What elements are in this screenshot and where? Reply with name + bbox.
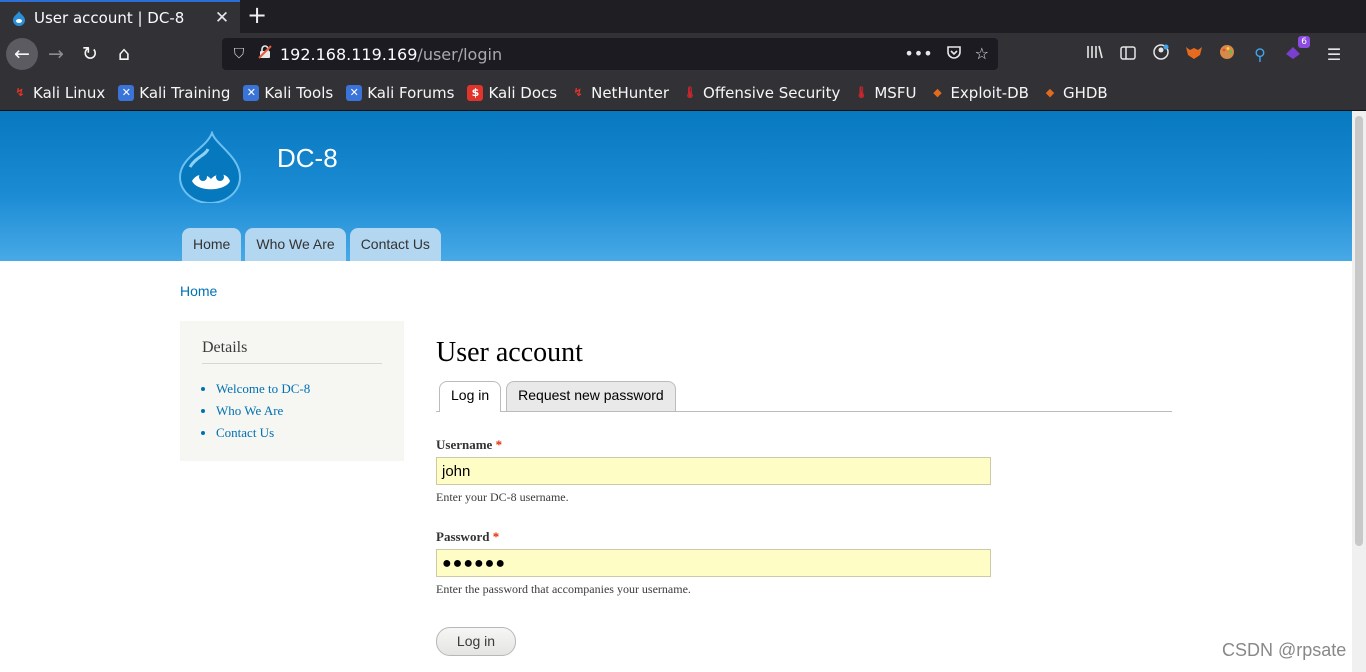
sidebar-links: Welcome to DC-8 Who We Are Contact Us (202, 378, 382, 444)
password-description: Enter the password that accompanies your… (436, 582, 691, 596)
bookmark-nethunter[interactable]: ↯ NetHunter (570, 84, 670, 102)
bookmark-kali-training[interactable]: ✕ Kali Training (118, 84, 230, 102)
page-actions-icon[interactable]: ••• (904, 44, 932, 64)
watermark-text: CSDN @rpsate (1222, 640, 1347, 660)
msfu-icon: 🌡 (854, 85, 869, 99)
bookmark-msfu[interactable]: 🌡 MSFU (853, 84, 916, 102)
palette-extension-icon[interactable] (1216, 44, 1238, 64)
browser-toolbar: ← → ↻ ⌂ ⛉ 192.168.119.169/user/login •••… (0, 33, 1366, 75)
main-navigation: Home Who We Are Contact Us (182, 228, 441, 261)
nav-item-who-we-are[interactable]: Who We Are (245, 228, 346, 261)
username-description: Enter your DC-8 username. (436, 490, 569, 504)
reload-button[interactable]: ↻ (74, 38, 106, 70)
site-header: DC-8 Home Who We Are Contact Us (0, 111, 1352, 261)
tab-log-in[interactable]: Log in (439, 381, 502, 412)
shield-icon[interactable]: ⛉ (230, 46, 248, 62)
main-content: User account Log in Request new password… (436, 337, 1172, 656)
username-label: Username * (436, 437, 503, 452)
drupal-favicon-icon (13, 10, 25, 26)
sidebar-title: Details (202, 339, 382, 364)
back-button[interactable]: ← (6, 38, 38, 70)
sidebar-details-block: Details Welcome to DC-8 Who We Are Conta… (180, 321, 404, 461)
sidebar-link-contact-us[interactable]: Contact Us (216, 422, 382, 444)
reload-icon: ↻ (82, 43, 98, 65)
password-field-group: Password * ●●●●●● Enter the password tha… (436, 529, 1172, 597)
page-title: User account (436, 337, 583, 368)
arrow-left-icon: ← (14, 43, 30, 65)
close-tab-icon[interactable]: ✕ (210, 8, 234, 28)
nav-item-home[interactable]: Home (182, 228, 242, 261)
kali-training-icon: ✕ (118, 84, 135, 101)
sidebar-link-welcome[interactable]: Welcome to DC-8 (216, 378, 382, 400)
bookmark-exploit-db[interactable]: ◆ Exploit-DB (929, 84, 1029, 102)
extension-badge-icon[interactable]: 6 (1282, 36, 1310, 64)
nethunter-icon: ↯ (573, 85, 583, 99)
bookmark-offensive-security[interactable]: 🌡 Offensive Security (682, 84, 840, 102)
bookmark-kali-forums[interactable]: ✕ Kali Forums (346, 84, 454, 102)
offsec-icon: 🌡 (683, 85, 697, 99)
menu-hamburger-icon[interactable]: ☰ (1323, 45, 1345, 64)
browser-tab-strip: User account | DC-8 ✕ + (0, 0, 1366, 33)
tab-title: User account | DC-8 (34, 8, 185, 27)
account-tabs: Log in Request new password (436, 381, 1172, 412)
home-button[interactable]: ⌂ (108, 38, 140, 70)
browser-tab-active[interactable]: User account | DC-8 ✕ (0, 0, 240, 33)
username-field-group: Username * john Enter your DC-8 username… (436, 437, 1172, 505)
password-input[interactable]: ●●●●●● (436, 549, 991, 577)
insecure-lock-icon[interactable] (256, 45, 274, 63)
pocket-icon[interactable] (946, 44, 962, 64)
url-host: 192.168.119.169 (280, 44, 418, 64)
bookmark-kali-tools[interactable]: ✕ Kali Tools (243, 84, 333, 102)
url-path: /user/login (417, 44, 503, 64)
exploit-db-icon: ◆ (933, 85, 942, 99)
required-marker: * (492, 529, 500, 544)
arrow-right-icon: → (48, 43, 64, 65)
tab-request-new-password[interactable]: Request new password (506, 381, 676, 411)
pin-extension-icon[interactable]: ⚲ (1249, 45, 1271, 64)
sidebar-toggle-icon[interactable] (1117, 45, 1139, 64)
log-in-button[interactable]: Log in (436, 627, 516, 656)
scrollbar-thumb[interactable] (1355, 116, 1363, 546)
url-bar[interactable]: ⛉ 192.168.119.169/user/login ••• ☆ (222, 38, 998, 70)
password-label: Password * (436, 529, 500, 544)
sidebar-link-who-we-are[interactable]: Who We Are (216, 400, 382, 422)
drupal-logo-icon[interactable] (178, 131, 242, 203)
bookmark-ghdb[interactable]: ◆ GHDB (1042, 84, 1108, 102)
bookmark-kali-docs[interactable]: $ Kali Docs (467, 84, 557, 102)
bookmark-kali-linux[interactable]: ↯ Kali Linux (12, 84, 105, 102)
ghdb-icon: ◆ (1045, 85, 1055, 99)
fox-extension-icon[interactable] (1183, 44, 1205, 64)
breadcrumb[interactable]: Home (180, 283, 217, 299)
new-tab-button[interactable]: + (246, 2, 268, 30)
kali-tools-icon: ✕ (243, 84, 260, 101)
kali-docs-icon: $ (467, 84, 484, 101)
home-icon: ⌂ (117, 43, 131, 65)
library-icon[interactable] (1084, 44, 1106, 64)
account-icon[interactable] (1150, 43, 1172, 65)
kali-dragon-icon: ↯ (15, 85, 25, 99)
forward-button[interactable]: → (40, 38, 72, 70)
username-input[interactable]: john (436, 457, 991, 485)
site-name[interactable]: DC-8 (277, 143, 338, 174)
bookmark-star-icon[interactable]: ☆ (975, 44, 989, 64)
nav-item-contact-us[interactable]: Contact Us (349, 228, 441, 261)
required-marker: * (495, 437, 503, 452)
kali-forums-icon: ✕ (346, 84, 363, 101)
page-viewport: DC-8 Home Who We Are Contact Us Home Det… (0, 111, 1352, 672)
bookmarks-bar: ↯ Kali Linux ✕ Kali Training ✕ Kali Tools ✕… (0, 75, 1366, 111)
extension-badge-count: 6 (1298, 36, 1310, 48)
